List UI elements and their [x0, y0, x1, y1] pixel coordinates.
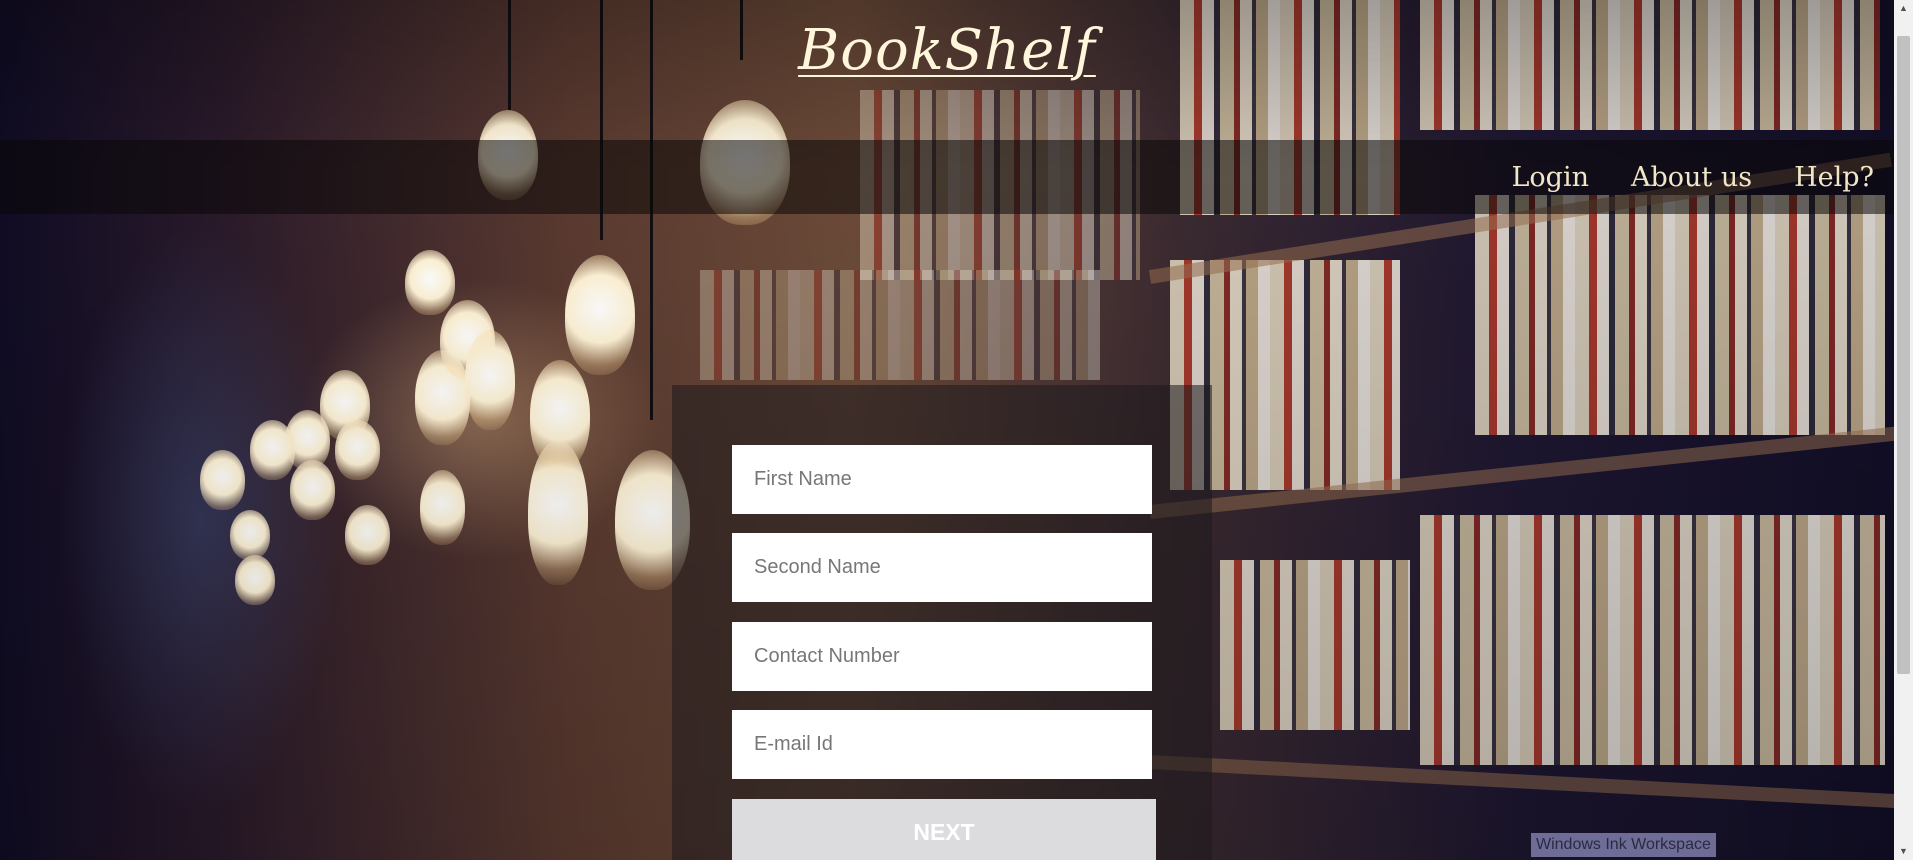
contact-number-input[interactable]	[732, 622, 1152, 691]
nav-links: Login About us Help?	[1511, 140, 1874, 214]
nav-link-help[interactable]: Help?	[1794, 162, 1874, 193]
windows-ink-workspace-label: Windows Ink Workspace	[1531, 833, 1716, 857]
email-input[interactable]	[732, 710, 1152, 779]
vertical-scrollbar[interactable]: ▲ ▼	[1894, 0, 1913, 860]
navbar: Login About us Help?	[0, 140, 1894, 214]
chevron-down-icon[interactable]: ▼	[1894, 843, 1913, 860]
first-name-input[interactable]	[732, 445, 1152, 514]
nav-link-about-us[interactable]: About us	[1631, 162, 1752, 193]
second-name-input[interactable]	[732, 533, 1152, 602]
registration-form-panel: NEXT	[672, 385, 1212, 860]
next-button[interactable]: NEXT	[732, 799, 1156, 860]
site-logo[interactable]: BookShelf	[0, 18, 1894, 83]
nav-link-login[interactable]: Login	[1511, 162, 1589, 193]
scrollbar-thumb[interactable]	[1897, 36, 1910, 674]
chevron-up-icon[interactable]: ▲	[1894, 0, 1913, 17]
